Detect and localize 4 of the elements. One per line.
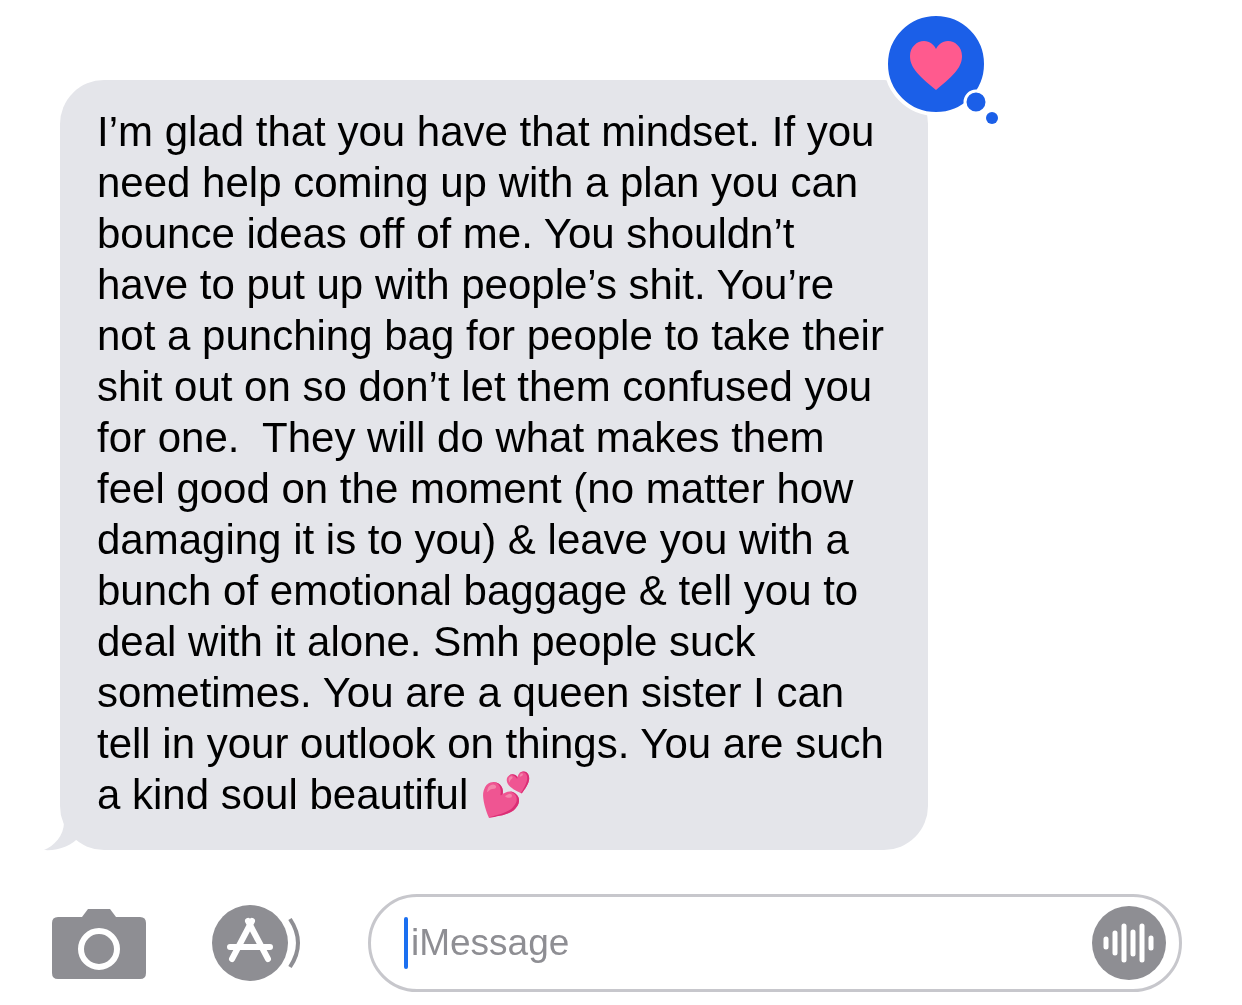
audio-icon[interactable] [1092, 905, 1166, 980]
message-text: I’m glad that you have that mindset. If you need help coming up with a plan you can bounce ideas off of me. You shouldn’t have to put up with people’s shit. You’re not a punching bag for people to take their shit out on so don’t let them confused you for one. They will do what makes them feel good on the moment (no matter how damaging it is to you) & leave you with a bunch of emotional baggage & tell you to deal with it alone. Smh people suck sometimes. You are a queen sister I can tell in your outlook on things. You are such a kind soul beautiful 💕 [97, 107, 884, 820]
message-input-field[interactable]: iMessage [368, 893, 1182, 992]
camera-icon[interactable] [52, 906, 146, 979]
